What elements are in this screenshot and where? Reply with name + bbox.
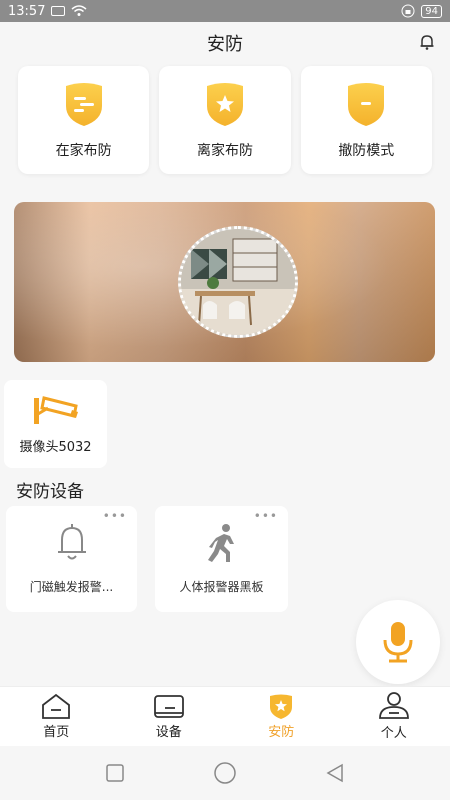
banner-room-photo [178, 226, 298, 338]
tab-label: 个人 [380, 726, 407, 741]
back-icon[interactable] [325, 763, 345, 783]
microphone-icon [383, 622, 413, 663]
device-icon [153, 695, 184, 718]
recent-apps-icon[interactable] [105, 763, 125, 783]
mode-away-arm[interactable]: 离家布防 [159, 66, 291, 174]
mode-disarm[interactable]: 撤防模式 [300, 66, 432, 174]
title-bar: 安防 [0, 22, 450, 64]
device-card-door-sensor[interactable]: ••• 门磁触发报警... [6, 506, 137, 612]
person-icon [378, 692, 409, 719]
mode-label: 在家布防 [55, 143, 112, 159]
notification-bell-icon[interactable] [418, 33, 436, 51]
tab-label: 安防 [268, 725, 295, 740]
camera-card[interactable]: 摄像头5032 [4, 380, 107, 468]
device-label: 人体报警器黑板 [179, 580, 264, 594]
camera-label: 摄像头5032 [19, 440, 92, 455]
voice-button[interactable] [356, 600, 440, 684]
mode-label: 撤防模式 [338, 143, 395, 159]
device-label: 门磁触发报警... [29, 580, 114, 594]
lock-rotation-icon [401, 4, 415, 18]
bell-icon [57, 524, 86, 560]
camera-icon [33, 396, 78, 424]
wifi-icon [71, 5, 87, 16]
walking-person-icon [207, 524, 234, 562]
tab-label: 设备 [155, 725, 182, 740]
home-circle-icon[interactable] [213, 761, 237, 785]
page-title: 安防 [207, 34, 243, 55]
disarm-shield-icon [348, 83, 385, 126]
tab-security[interactable]: 安防 [225, 687, 338, 746]
home-arm-shield-icon [65, 83, 102, 126]
status-bar: 13:57 94 [0, 0, 450, 22]
away-arm-shield-icon [206, 83, 243, 126]
bottom-tab-bar: 首页 设备 安防 个人 [0, 686, 450, 746]
arming-modes: 在家布防 离家布防 撤防模式 [18, 66, 432, 174]
room-illustration [181, 229, 295, 335]
mode-home-arm[interactable]: 在家布防 [18, 66, 150, 174]
mode-label: 离家布防 [196, 143, 253, 159]
status-time: 13:57 [8, 3, 46, 19]
system-nav-bar [0, 746, 450, 800]
battery-indicator: 94 [421, 4, 442, 18]
tab-profile[interactable]: 个人 [338, 687, 450, 746]
tab-devices[interactable]: 设备 [113, 687, 226, 746]
banner-image [14, 202, 435, 362]
security-devices-title: 安防设备 [16, 482, 84, 502]
tab-home[interactable]: 首页 [0, 687, 113, 746]
home-icon [42, 693, 71, 719]
device-card-body-sensor[interactable]: ••• 人体报警器黑板 [155, 506, 288, 612]
notification-icon [51, 6, 66, 16]
more-options-icon[interactable]: ••• [103, 509, 127, 523]
more-options-icon[interactable]: ••• [254, 509, 278, 523]
shield-icon [270, 694, 293, 719]
tab-label: 首页 [43, 725, 70, 740]
